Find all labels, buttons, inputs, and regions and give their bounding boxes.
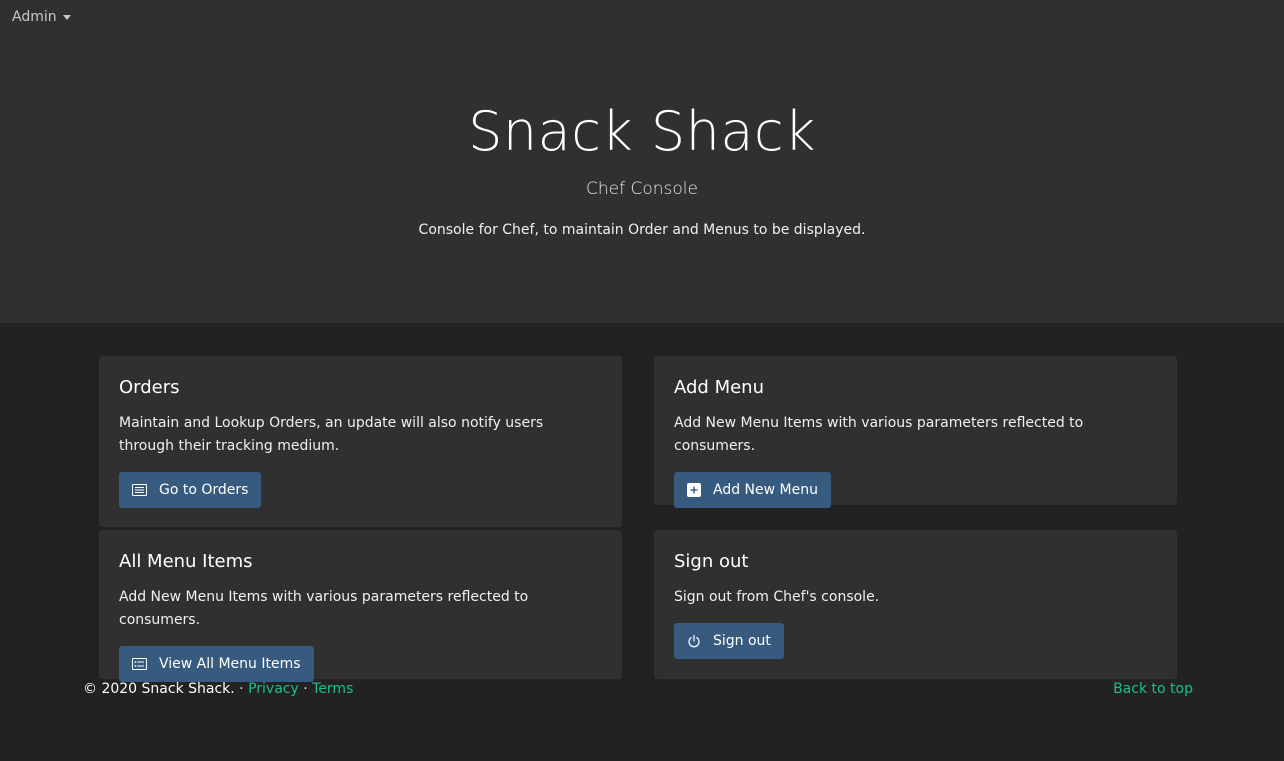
orders-card-text: Maintain and Lookup Orders, an update wi…	[119, 415, 544, 454]
view-all-menu-items-label: View All Menu Items	[159, 656, 301, 672]
sign-out-card-text: Sign out from Chef's console.	[674, 589, 880, 605]
privacy-link[interactable]: Privacy	[248, 681, 299, 697]
add-menu-card: Add Menu Add New Menu Items with various…	[654, 356, 1177, 508]
orders-card: Orders Maintain and Lookup Orders, an up…	[99, 356, 622, 527]
footer-separator: ·	[239, 681, 244, 697]
hero-section: Snack Shack Chef Console Console for Che…	[0, 0, 1284, 323]
plus-square-icon	[687, 483, 701, 497]
caret-down-icon	[62, 15, 71, 20]
all-menu-items-card: All Menu Items Add New Menu Items with v…	[99, 530, 622, 682]
copyright-text: © 2020 Snack Shack.	[83, 681, 235, 697]
orders-card-title: Orders	[119, 377, 180, 398]
footer-separator: ·	[303, 681, 308, 697]
page-description: Console for Chef, to maintain Order and …	[418, 222, 866, 238]
page-title: Snack Shack	[468, 100, 816, 163]
admin-dropdown[interactable]: Admin	[12, 9, 71, 25]
add-menu-card-title: Add Menu	[674, 377, 764, 398]
footer-left: © 2020 Snack Shack. · Privacy · Terms	[83, 681, 353, 697]
footer: © 2020 Snack Shack. · Privacy · Terms Ba…	[83, 681, 1193, 697]
admin-dropdown-label: Admin	[12, 9, 57, 25]
sign-out-card-title: Sign out	[674, 551, 749, 572]
add-menu-card-text: Add New Menu Items with various paramete…	[674, 415, 1084, 454]
back-to-top-link[interactable]: Back to top	[1113, 681, 1193, 697]
add-new-menu-label: Add New Menu	[713, 482, 818, 498]
terms-link[interactable]: Terms	[312, 681, 353, 697]
sign-out-button[interactable]: Sign out	[674, 623, 784, 659]
add-new-menu-button[interactable]: Add New Menu	[674, 472, 831, 508]
page-subtitle: Chef Console	[586, 179, 698, 199]
view-all-menu-items-button[interactable]: View All Menu Items	[119, 646, 314, 682]
all-menu-items-card-text: Add New Menu Items with various paramete…	[119, 589, 529, 628]
sign-out-card: Sign out Sign out from Chef's console. S…	[654, 530, 1177, 679]
all-menu-items-card-title: All Menu Items	[119, 551, 253, 572]
power-icon	[687, 634, 701, 648]
go-to-orders-label: Go to Orders	[159, 482, 249, 498]
top-navbar: Admin	[0, 0, 1284, 34]
card-list-icon	[132, 658, 147, 670]
list-icon	[132, 484, 147, 496]
sign-out-label: Sign out	[713, 633, 771, 649]
go-to-orders-button[interactable]: Go to Orders	[119, 472, 262, 508]
